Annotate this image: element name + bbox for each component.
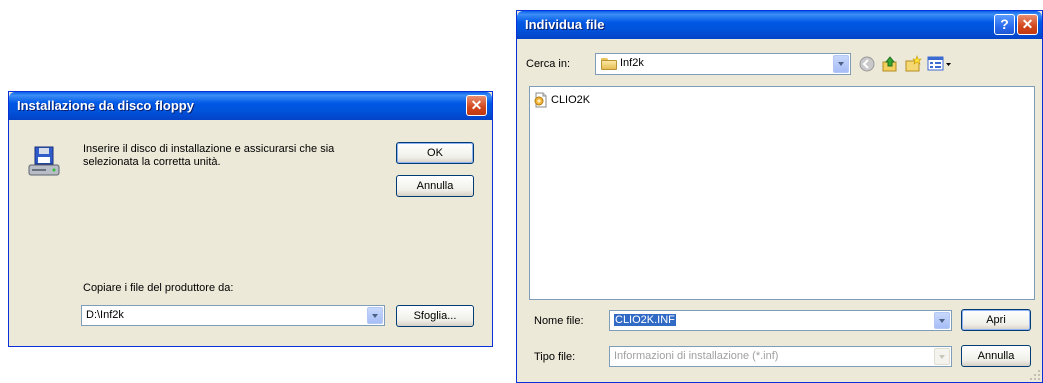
look-in-value: Inf2k [620, 57, 644, 69]
back-icon[interactable] [858, 55, 876, 73]
source-path-value: D:\Inf2k [86, 309, 124, 321]
folder-icon [601, 58, 617, 70]
floppy-dialog-title: Installazione da disco floppy [17, 98, 194, 113]
source-path-combobox[interactable]: D:\Inf2k [81, 305, 385, 326]
filetype-label: Tipo file: [534, 351, 576, 363]
floppy-message-line1: Inserire il disco di installazione e ass… [83, 143, 335, 155]
look-in-combobox[interactable]: Inf2k [595, 53, 851, 75]
browse-button[interactable]: Sfoglia... [396, 305, 474, 327]
filename-value: CLIO2K.INF [614, 314, 676, 326]
close-icon[interactable]: ✕ [466, 95, 487, 116]
floppy-message-line2: selezionata la corretta unità. [83, 156, 221, 168]
file-list[interactable]: CLIO2K [529, 86, 1035, 300]
up-folder-icon[interactable] [881, 55, 899, 73]
chevron-down-icon[interactable] [833, 55, 849, 73]
new-folder-icon[interactable] [904, 55, 922, 73]
filetype-value: Informazioni di installazione (*.inf) [614, 350, 779, 362]
filetype-combobox[interactable]: Informazioni di installazione (*.inf) [609, 346, 952, 367]
filename-label: Nome file: [534, 315, 584, 327]
locate-dialog-title: Individua file [525, 17, 605, 32]
locate-file-dialog: Individua file ? ✕ Cerca in: Inf2k CLIO2… [516, 10, 1043, 383]
file-name: CLIO2K [551, 94, 591, 106]
view-menu-icon[interactable] [927, 55, 953, 73]
chevron-down-icon[interactable] [934, 312, 950, 329]
copy-from-label: Copiare i file del produttore da: [83, 282, 234, 294]
look-in-label: Cerca in: [526, 58, 571, 70]
locate-dialog-titlebar[interactable]: Individua file ? ✕ [517, 11, 1042, 39]
filename-combobox[interactable]: CLIO2K.INF [609, 310, 952, 331]
open-button[interactable]: Apri [961, 309, 1031, 331]
cancel-button[interactable]: Annulla [961, 345, 1031, 367]
help-icon[interactable]: ? [994, 14, 1015, 35]
floppy-drive-icon [28, 146, 60, 176]
cancel-button[interactable]: Annulla [396, 175, 474, 197]
setup-information-icon [534, 92, 547, 108]
resize-grip-icon[interactable] [1029, 369, 1041, 381]
chevron-down-icon [934, 348, 950, 365]
floppy-install-dialog: Installazione da disco floppy ✕ Inserire… [8, 91, 493, 347]
chevron-down-icon[interactable] [367, 307, 383, 324]
ok-button[interactable]: OK [396, 142, 474, 164]
close-icon[interactable]: ✕ [1017, 14, 1038, 35]
floppy-dialog-titlebar[interactable]: Installazione da disco floppy ✕ [9, 92, 492, 120]
